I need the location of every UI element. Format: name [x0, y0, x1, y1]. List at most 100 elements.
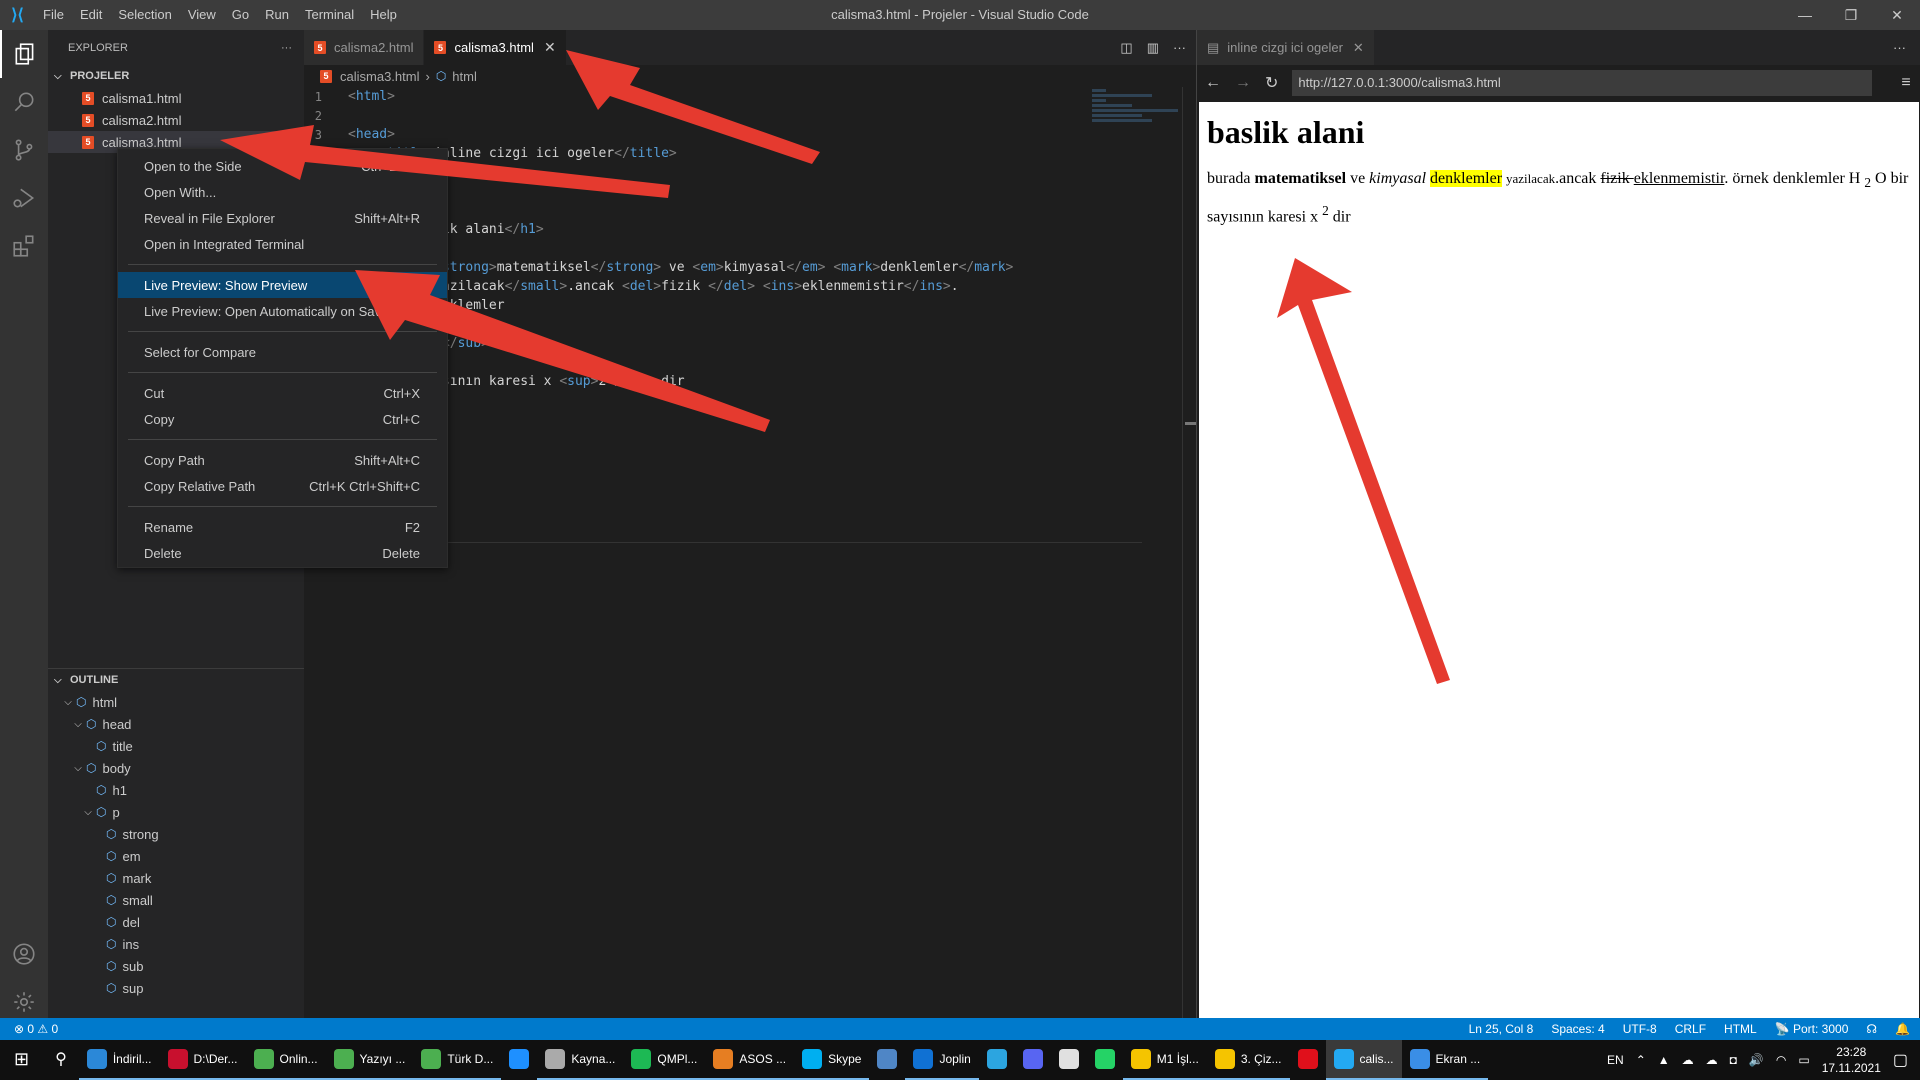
context-menu-item[interactable]: Open to the Side Ctrl+Enter: [118, 153, 447, 179]
battery-icon[interactable]: ▭: [1798, 1053, 1809, 1067]
google-drive-icon[interactable]: ▲: [1658, 1053, 1670, 1067]
outline-header[interactable]: ⌵ OUTLINE: [48, 669, 304, 691]
menu-run[interactable]: Run: [257, 0, 297, 30]
taskbar-app[interactable]: QMPl...: [623, 1040, 706, 1080]
reload-button[interactable]: ↻: [1265, 73, 1278, 93]
context-menu-item[interactable]: Live Preview: Open Automatically on Save: [118, 298, 447, 324]
errors-status[interactable]: ⊗ 0 ⚠ 0: [14, 1022, 58, 1036]
menu-help[interactable]: Help: [362, 0, 405, 30]
taskbar-app[interactable]: M1 İşl...: [1122, 1040, 1207, 1080]
split-editor-icon[interactable]: ▥: [1147, 40, 1159, 56]
outline-item[interactable]: ⌵ ⬡ p: [48, 801, 304, 823]
menu-go[interactable]: Go: [224, 0, 257, 30]
accounts-icon[interactable]: [0, 930, 48, 978]
line-ending[interactable]: CRLF: [1675, 1022, 1706, 1036]
notifications-icon[interactable]: 🔔: [1895, 1022, 1910, 1036]
taskbar-app[interactable]: Türk D...: [413, 1040, 502, 1080]
taskbar-app[interactable]: [979, 1040, 1015, 1080]
preview-tab[interactable]: ▤ inline cizgi ici ogeler ✕: [1197, 30, 1374, 65]
menu-file[interactable]: File: [35, 0, 72, 30]
sync-icon[interactable]: ☁: [1682, 1053, 1694, 1067]
encoding[interactable]: UTF-8: [1623, 1022, 1657, 1036]
context-menu-item[interactable]: Open in Integrated Terminal: [118, 231, 447, 257]
code-line[interactable]: 3 <head>: [304, 125, 1196, 144]
taskbar-app[interactable]: Joplin: [905, 1040, 979, 1080]
file-item[interactable]: 5 calisma1.html: [48, 87, 304, 109]
restore-button[interactable]: ❐: [1828, 0, 1874, 30]
editor-tab[interactable]: 5 calisma3.html ✕: [424, 30, 567, 65]
outline-item[interactable]: ⬡ small: [48, 889, 304, 911]
taskbar-app[interactable]: ASOS ...: [705, 1040, 795, 1080]
outline-item[interactable]: ⬡ ins: [48, 933, 304, 955]
taskbar-app[interactable]: Yazıyı ...: [325, 1040, 414, 1080]
outline-item[interactable]: ⬡ title: [48, 735, 304, 757]
taskbar-app[interactable]: [869, 1040, 905, 1080]
editor-tab[interactable]: 5 calisma2.html: [304, 30, 425, 65]
menu-terminal[interactable]: Terminal: [297, 0, 362, 30]
context-menu-item[interactable]: Live Preview: Show Preview: [118, 272, 447, 298]
back-button[interactable]: ←: [1205, 74, 1221, 92]
taskbar-app[interactable]: [1051, 1040, 1087, 1080]
taskbar-app[interactable]: İndiril...: [78, 1040, 160, 1080]
taskbar-app[interactable]: Ekran ...: [1401, 1040, 1489, 1080]
show-hidden-icons[interactable]: ⌃: [1636, 1053, 1646, 1067]
outline-item[interactable]: ⬡ h1: [48, 779, 304, 801]
forward-button[interactable]: →: [1235, 74, 1251, 92]
feedback-icon[interactable]: ☊: [1866, 1022, 1877, 1036]
context-menu-item[interactable]: Rename F2: [118, 514, 447, 540]
cursor-position[interactable]: Ln 25, Col 8: [1469, 1022, 1534, 1036]
outline-item[interactable]: ⬡ sup: [48, 977, 304, 999]
close-icon[interactable]: ✕: [544, 39, 556, 56]
source-control-icon[interactable]: [0, 126, 48, 174]
outline-item[interactable]: ⬡ sub: [48, 955, 304, 977]
taskbar-app[interactable]: D:\Der...: [159, 1040, 246, 1080]
menu-selection[interactable]: Selection: [110, 0, 179, 30]
code-line[interactable]: 2: [304, 106, 1196, 125]
taskbar-app[interactable]: calis...: [1325, 1040, 1402, 1080]
open-preview-icon[interactable]: ◫: [1120, 40, 1132, 56]
outline-item[interactable]: ⬡ mark: [48, 867, 304, 889]
context-menu-item[interactable]: Select for Compare: [118, 339, 447, 365]
indentation[interactable]: Spaces: 4: [1551, 1022, 1604, 1036]
search-icon[interactable]: [0, 78, 48, 126]
taskbar-app[interactable]: [1015, 1040, 1051, 1080]
onedrive-icon[interactable]: ☁: [1706, 1053, 1718, 1067]
outline-item[interactable]: ⌵ ⬡ head: [48, 713, 304, 735]
breadcrumb-symbol[interactable]: html: [452, 69, 477, 84]
context-menu-item[interactable]: Copy Path Shift+Alt+C: [118, 447, 447, 473]
folder-section-projeler[interactable]: ⌵ PROJELER: [48, 65, 304, 87]
taskbar-app[interactable]: Onlin...: [245, 1040, 326, 1080]
live-server-port[interactable]: 📡 Port: 3000: [1775, 1022, 1849, 1036]
more-actions-button[interactable]: ···: [1893, 30, 1906, 65]
context-menu-item[interactable]: Copy Relative Path Ctrl+K Ctrl+Shift+C: [118, 473, 447, 499]
taskbar-app[interactable]: [501, 1040, 537, 1080]
context-menu-item[interactable]: Delete Delete: [118, 540, 447, 566]
run-debug-icon[interactable]: [0, 174, 48, 222]
search-icon[interactable]: ⚲: [43, 1040, 79, 1080]
outline-item[interactable]: ⬡ strong: [48, 823, 304, 845]
wifi-icon[interactable]: ◠: [1776, 1053, 1786, 1067]
outline-item[interactable]: ⌵ ⬡ body: [48, 757, 304, 779]
menu-view[interactable]: View: [180, 0, 224, 30]
file-item[interactable]: 5 calisma2.html: [48, 109, 304, 131]
more-actions-button[interactable]: ···: [1173, 40, 1186, 55]
close-window-button[interactable]: ✕: [1874, 0, 1920, 30]
context-menu-item[interactable]: Copy Ctrl+C: [118, 406, 447, 432]
outline-item[interactable]: ⬡ del: [48, 911, 304, 933]
taskbar-app[interactable]: [1087, 1040, 1123, 1080]
code-line[interactable]: 1 <html>: [304, 87, 1196, 106]
minimize-button[interactable]: —: [1782, 0, 1828, 30]
outline-item[interactable]: ⌵ ⬡ html: [48, 691, 304, 713]
taskbar-app[interactable]: [1290, 1040, 1326, 1080]
explorer-icon[interactable]: [0, 30, 48, 78]
action-center-icon[interactable]: ▢: [1893, 1050, 1908, 1070]
language-indicator[interactable]: EN: [1607, 1053, 1624, 1067]
editor-scrollbar[interactable]: [1182, 87, 1197, 1018]
extensions-icon[interactable]: [0, 222, 48, 270]
clock[interactable]: 23:28 17.11.2021: [1822, 1044, 1881, 1076]
more-actions-button[interactable]: ···: [281, 42, 292, 54]
camera-icon[interactable]: ◘: [1730, 1053, 1737, 1067]
menu-icon[interactable]: ≡: [1892, 74, 1920, 92]
taskbar-app[interactable]: Skype: [794, 1040, 870, 1080]
menu-edit[interactable]: Edit: [72, 0, 110, 30]
